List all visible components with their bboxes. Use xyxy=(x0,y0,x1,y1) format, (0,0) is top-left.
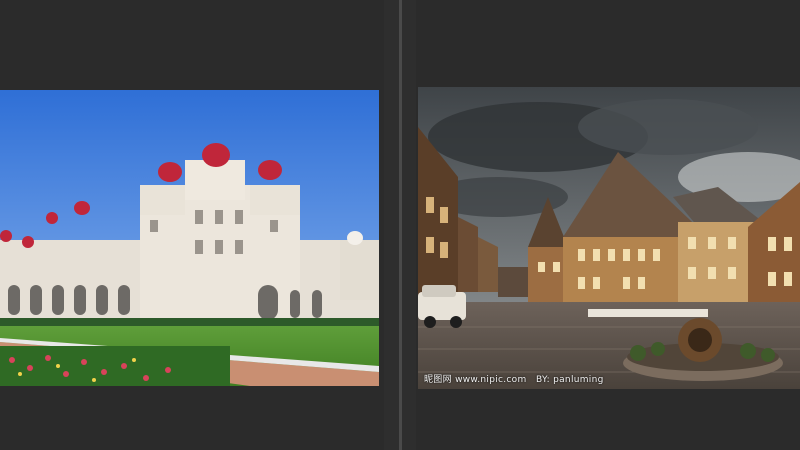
palace-photo[interactable] xyxy=(0,90,379,386)
pane-splitter[interactable] xyxy=(384,0,416,450)
watermark-author: BY: panluming xyxy=(536,375,604,385)
left-image-pane xyxy=(0,0,384,450)
palace-photo-drawing xyxy=(0,90,379,386)
photo-watermark: 昵图网 www.nipic.com BY: panluming xyxy=(424,372,604,385)
watermark-site-url: www.nipic.com xyxy=(455,375,527,385)
watermark-site-cn: 昵图网 xyxy=(424,375,452,385)
splitter-handle[interactable] xyxy=(399,0,402,450)
old-town-square-drawing xyxy=(418,87,800,389)
old-town-square-photo[interactable]: 昵图网 www.nipic.com BY: panluming xyxy=(418,87,800,389)
